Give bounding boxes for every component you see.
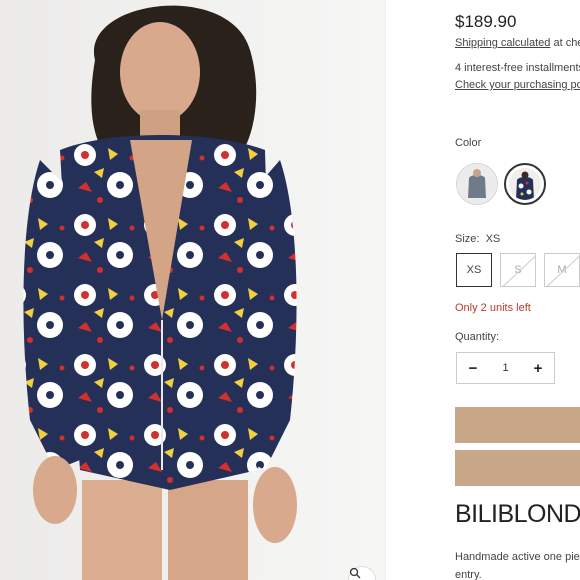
- purchasing-power-link[interactable]: Check your purchasing pow: [455, 79, 580, 91]
- quantity-value[interactable]: 1: [490, 362, 522, 374]
- shipping-suffix: at checko: [553, 37, 580, 49]
- size-option-xs-label: XS: [466, 264, 482, 276]
- sold-out-strike: [501, 254, 535, 286]
- size-option-m[interactable]: M: [544, 253, 580, 287]
- swatch-grey-image: [457, 164, 497, 204]
- add-to-cart-button[interactable]: [455, 407, 580, 443]
- size-selected-value: XS: [485, 233, 501, 245]
- magnifier-icon: [349, 567, 361, 579]
- size-option-xs[interactable]: XS: [456, 253, 492, 287]
- swatch-floral-image: [509, 168, 541, 200]
- quantity-label: Quantity:: [455, 331, 500, 343]
- size-option-s[interactable]: S: [500, 253, 536, 287]
- shipping-note: Shipping calculated at checko: [455, 37, 580, 49]
- panel-divider: [385, 0, 386, 580]
- shipping-link[interactable]: Shipping calculated: [455, 37, 550, 49]
- description-line-2: entry.: [455, 569, 482, 580]
- buy-now-button[interactable]: [455, 450, 580, 486]
- product-info-panel: $189.90 Shipping calculated at checko 4 …: [455, 0, 580, 580]
- color-label: Color: [455, 137, 482, 149]
- product-photo[interactable]: [0, 0, 385, 580]
- product-image: [23, 5, 297, 580]
- color-swatch-floral[interactable]: [504, 163, 546, 205]
- stock-warning: Only 2 units left: [455, 302, 531, 314]
- sold-out-strike: [545, 254, 579, 286]
- product-price: $189.90: [455, 12, 517, 31]
- description-line-1: Handmade active one piece: [455, 551, 580, 563]
- quantity-increase-button[interactable]: +: [522, 360, 554, 377]
- color-swatch-grey[interactable]: [456, 163, 498, 205]
- quantity-decrease-button[interactable]: −: [457, 360, 489, 377]
- size-label-text: Size:: [455, 233, 480, 245]
- installments-text: 4 interest-free installments, c: [455, 62, 580, 74]
- product-description: Handmade active one piece entry.: [455, 548, 580, 580]
- size-label: Size: XS: [455, 233, 500, 245]
- product-title: BILIBLOND X: [455, 500, 580, 528]
- quantity-stepper: − 1 +: [456, 352, 555, 384]
